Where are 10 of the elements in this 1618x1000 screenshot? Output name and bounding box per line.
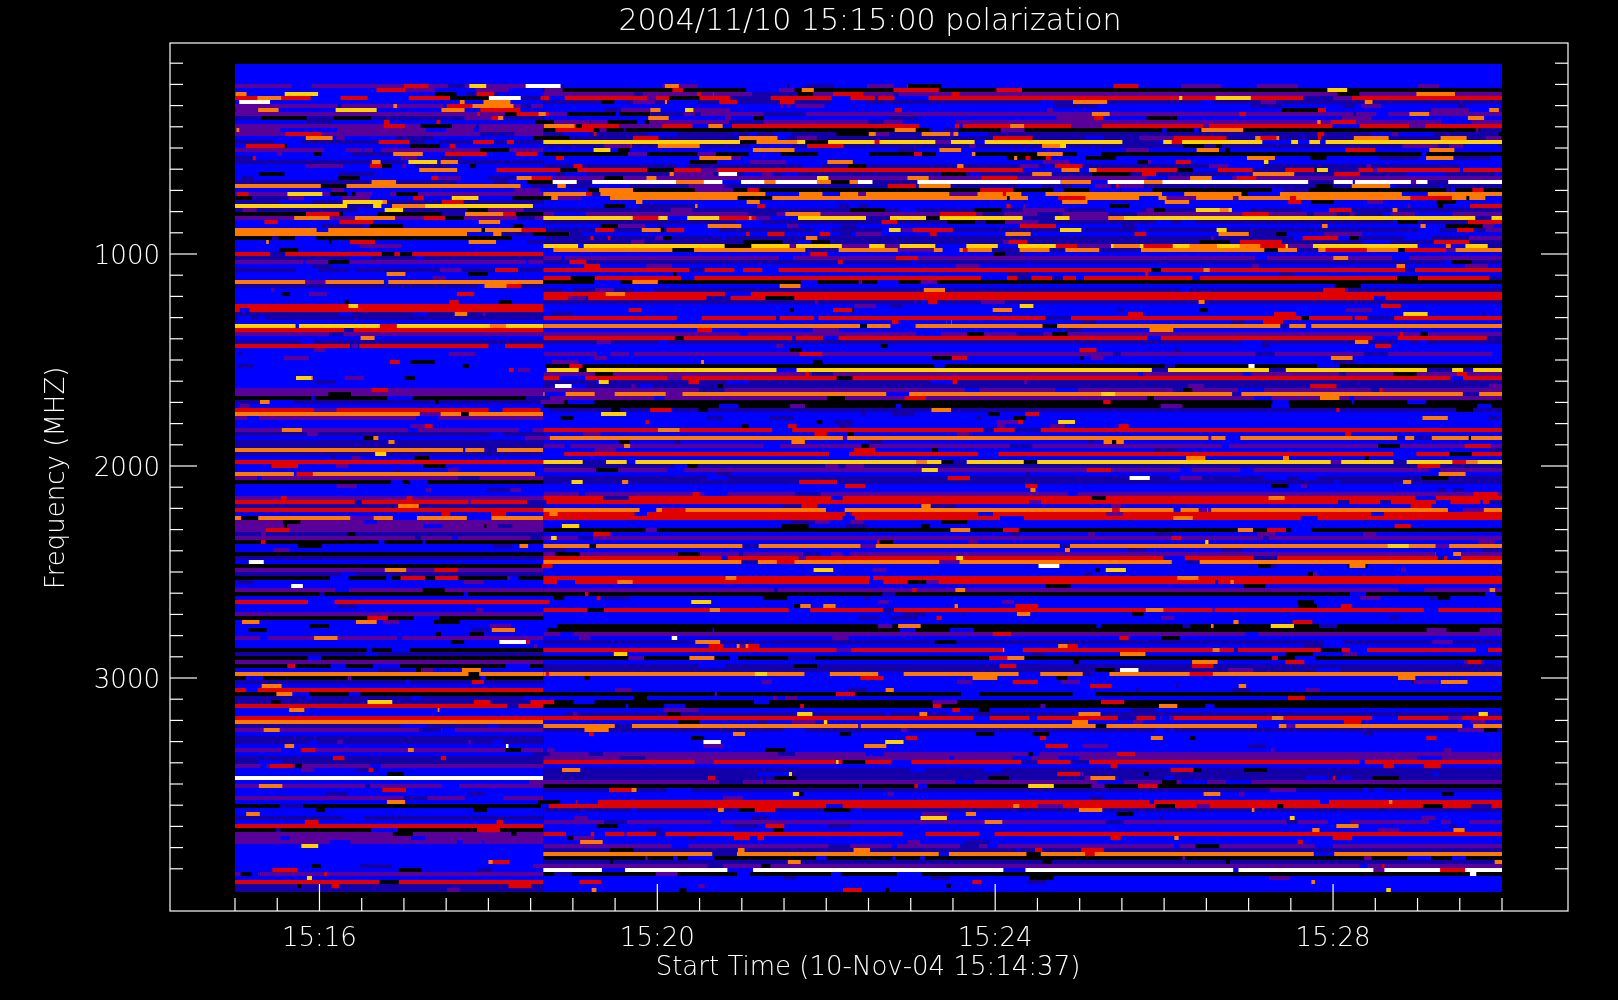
chart-title: 2004/11/10 15:15:00 polarization <box>618 2 1122 37</box>
x-tick-label: 15:28 <box>1295 922 1371 952</box>
y-tick-label: 2000 <box>93 452 160 482</box>
x-axis-label: Start Time (10-Nov-04 15:14:37) <box>655 951 1081 981</box>
x-tick-label: 15:16 <box>282 922 357 952</box>
x-tick-label: 15:24 <box>957 922 1033 952</box>
y-axis-label: Frequency (MHZ) <box>40 366 70 590</box>
y-tick-label: 1000 <box>93 240 160 270</box>
y-tick-label: 3000 <box>93 664 160 694</box>
x-tick-label: 15:20 <box>619 922 695 952</box>
